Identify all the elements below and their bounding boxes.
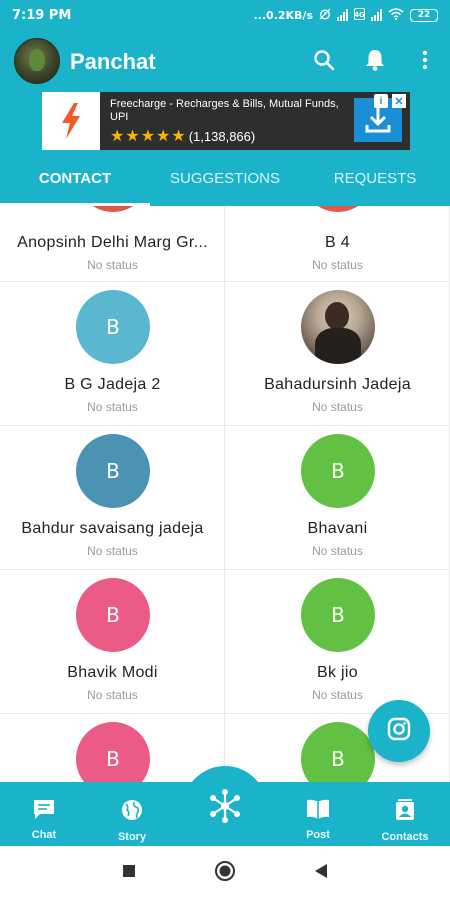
contact-card[interactable]: B Bhavik Modi No status	[0, 570, 225, 714]
contact-name: Bk jio	[317, 664, 358, 681]
status-icons: ...0.2KB/s 4G 22	[253, 7, 438, 23]
tab-suggestions[interactable]: SUGGESTIONS	[150, 160, 300, 206]
contact-avatar	[76, 206, 150, 212]
ad-install-button[interactable]: i ✕	[346, 92, 410, 150]
contact-avatar: B	[301, 434, 375, 508]
contact-status: No status	[312, 400, 363, 414]
contact-card[interactable]: B	[0, 714, 225, 782]
contact-name: Anopsinh Delhi Marg Gr...	[17, 234, 208, 251]
contact-name: Bahdur savaisang jadeja	[21, 520, 204, 537]
wifi-icon	[388, 7, 404, 23]
recents-icon[interactable]	[122, 864, 136, 883]
contact-name: Bahadursinh Jadeja	[264, 376, 411, 393]
contact-avatar	[301, 206, 375, 212]
contact-card[interactable]: B 4 No status	[225, 206, 450, 282]
ad-close-icon[interactable]: ✕	[392, 94, 406, 108]
status-time: 7:19 PM	[12, 7, 72, 23]
nav-story[interactable]: Story	[97, 782, 167, 846]
contact-photo	[301, 290, 375, 364]
ad-banner[interactable]: Freecharge - Recharges & Bills, Mutual F…	[42, 92, 410, 150]
contact-grid: Anopsinh Delhi Marg Gr... No status B 4 …	[0, 206, 450, 782]
contact-card[interactable]: B Bhavani No status	[225, 426, 450, 570]
avatar[interactable]	[14, 38, 60, 84]
bell-icon[interactable]	[361, 46, 389, 74]
contact-card[interactable]: Anopsinh Delhi Marg Gr... No status	[0, 206, 225, 282]
ad-rating: ★★★★★ (1,138,866)	[110, 126, 340, 146]
nav-chat-label: Chat	[31, 829, 57, 841]
ad-body: Freecharge - Recharges & Bills, Mutual F…	[100, 92, 346, 150]
search-icon[interactable]	[310, 46, 338, 74]
contact-name: Bhavik Modi	[67, 664, 158, 681]
signal-icon-2	[371, 9, 382, 21]
contact-name: B G Jadeja 2	[64, 376, 161, 393]
back-icon[interactable]	[314, 863, 328, 884]
contact-status: No status	[312, 688, 363, 702]
contact-avatar: B	[301, 722, 375, 782]
contact-status: No status	[312, 258, 363, 272]
signal-icon	[337, 9, 348, 21]
chat-icon	[32, 798, 56, 825]
nav-post-label: Post	[306, 829, 330, 841]
system-nav-bar	[0, 846, 450, 900]
contact-status: No status	[87, 688, 138, 702]
contact-avatar: B	[76, 578, 150, 652]
network-speed: ...0.2KB/s	[253, 8, 314, 22]
status-bar: 7:19 PM ...0.2KB/s 4G 22	[0, 0, 450, 30]
sim-icon: 4G	[354, 7, 365, 23]
tab-requests[interactable]: REQUESTS	[300, 160, 450, 206]
contact-status: No status	[87, 400, 138, 414]
nav-contacts[interactable]: Contacts	[370, 782, 440, 846]
freecharge-logo	[42, 92, 100, 150]
contacts-icon	[393, 798, 417, 827]
contact-status: No status	[312, 544, 363, 558]
home-icon[interactable]	[214, 860, 236, 887]
contact-card[interactable]: B Bahdur savaisang jadeja No status	[0, 426, 225, 570]
network-icon	[205, 786, 245, 831]
tab-bar: CONTACT SUGGESTIONS REQUESTS	[0, 160, 450, 206]
contact-card[interactable]: Bahadursinh Jadeja No status	[225, 282, 450, 426]
ad-info-icon[interactable]: i	[374, 94, 388, 108]
contact-name: B 4	[325, 234, 350, 251]
contact-avatar: B	[76, 434, 150, 508]
contact-avatar: B	[301, 578, 375, 652]
camera-fab-button[interactable]	[368, 700, 430, 762]
contact-card[interactable]: B B G Jadeja 2 No status	[0, 282, 225, 426]
nav-contacts-label: Contacts	[381, 831, 429, 843]
contact-status: No status	[87, 258, 138, 272]
star-rating-icon: ★★★★★	[110, 128, 187, 145]
tab-contact[interactable]: CONTACT	[0, 160, 150, 206]
network-button[interactable]	[183, 766, 267, 850]
nav-chat[interactable]: Chat	[9, 782, 79, 846]
battery-icon: 22	[410, 8, 438, 22]
contact-avatar: B	[76, 290, 150, 364]
alarm-icon	[319, 8, 331, 23]
globe-icon	[120, 798, 144, 827]
contact-name: Bhavani	[307, 520, 368, 537]
contact-status: No status	[87, 544, 138, 558]
svg-text:4G: 4G	[354, 11, 365, 19]
nav-post[interactable]: Post	[283, 782, 353, 846]
contact-card[interactable]: B Bk jio No status	[225, 570, 450, 714]
app-title: Panchat	[70, 49, 156, 74]
more-vert-icon[interactable]	[411, 46, 439, 74]
contact-avatar: B	[76, 722, 150, 782]
nav-story-label: Story	[117, 831, 147, 843]
ad-title: Freecharge - Recharges & Bills, Mutual F…	[110, 98, 339, 123]
book-icon	[305, 798, 331, 825]
camera-icon	[386, 716, 412, 747]
ad-rating-count: (1,138,866)	[188, 128, 256, 144]
